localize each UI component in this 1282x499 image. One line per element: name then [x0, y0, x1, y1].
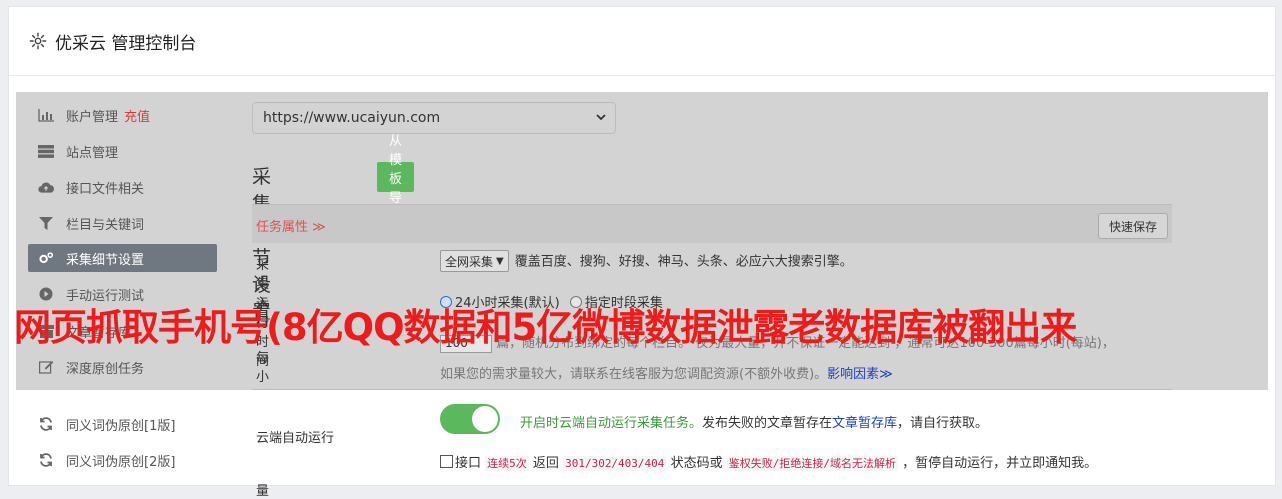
sidebar-item-label: 同义词伪原创[1版]	[66, 418, 176, 434]
influence-factors-link[interactable]: 影响因素≫	[827, 367, 893, 382]
bar-chart-icon	[38, 108, 54, 122]
watermark-overlay-text: 网页抓取手机号(8亿QQ数据和5亿微博数据泄露老数据库被翻出来	[14, 306, 1077, 349]
page-title: 优采云 管理控制台	[55, 33, 197, 54]
cloud-run-label: 云端自动运行	[256, 431, 335, 446]
max-per-hour-row-2: 如果您的需求量较大，请联系在线客服为您调配资源(不额外收费)。影响因素≫	[440, 363, 893, 382]
toggle-knob	[472, 406, 498, 432]
sidebar-item-synonym-v2[interactable]: 同义词伪原创[2版]	[28, 446, 217, 474]
api-check-label: 接口	[455, 456, 482, 471]
api-code-status: 301/302/403/404	[563, 456, 667, 471]
sidebar-item-account[interactable]: 账户管理 充值	[28, 101, 217, 129]
sidebar-item-deep-original[interactable]: 深度原创任务	[28, 353, 217, 381]
refresh-icon	[38, 453, 54, 467]
recharge-link[interactable]: 充值	[124, 106, 150, 125]
sidebar-item-label: 栏目与关键词	[66, 217, 145, 233]
api-code-consecutive: 连续5次	[485, 456, 529, 471]
sidebar-item-label: 接口文件相关	[66, 181, 145, 197]
task-attribute-bar: 任务属性 ≫ 快速保存	[252, 204, 1172, 243]
sidebar-item-label: 深度原创任务	[66, 361, 145, 377]
cloud-run-row: 云端自动运行 开启时云端自动运行采集任务。发布失败的文章暂存在文章暂存库，请自行…	[252, 390, 1172, 482]
entry-description: 覆盖百度、搜狗、好搜、神马、头条、必应六大搜索引擎。	[514, 254, 853, 270]
api-text-1: 返回	[532, 456, 559, 471]
quick-save-button[interactable]: 快速保存	[1098, 213, 1168, 239]
api-text-3: ，暂停自动运行，并立即通知我。	[902, 456, 1098, 471]
chevron-down-icon: ▼	[496, 255, 504, 267]
entry-select-value: 全网采集	[445, 254, 494, 269]
sidebar-item-columns-keywords[interactable]: 栏目与关键词	[28, 209, 217, 237]
cloud-run-description: 开启时云端自动运行采集任务。发布失败的文章暂存在文章暂存库，请自行获取。	[520, 412, 988, 431]
site-select-value: https://www.ucaiyun.com	[263, 110, 441, 126]
import-template-button[interactable]: 从模板导入	[377, 133, 415, 224]
site-select[interactable]: https://www.ucaiyun.com	[252, 102, 616, 134]
sidebar-item-sites[interactable]: 站点管理	[28, 137, 217, 165]
sidebar-item-label: 采集细节设置	[66, 252, 145, 268]
entry-select[interactable]: 全网采集 ▼	[440, 250, 509, 272]
sidebar-item-synonym-v1[interactable]: 同义词伪原创[1版]	[28, 410, 217, 438]
sidebar-item-label: 账户管理	[66, 109, 119, 125]
api-failure-row: 接口 连续5次 返回 301/302/403/404 状态码或 鉴权失败/拒绝连…	[440, 452, 1097, 471]
gear-icon	[29, 32, 47, 50]
card-header: 优采云 管理控制台	[9, 7, 1275, 76]
sidebar-item-collect-settings[interactable]: 采集细节设置	[28, 244, 217, 272]
gears-icon	[38, 251, 54, 265]
cloud-run-on-text: 开启时云端自动运行采集任务。	[520, 416, 703, 431]
api-code-auth: 鉴权失败/拒绝连接/域名无法解析	[726, 456, 898, 471]
api-text-2: 状态码或	[670, 456, 723, 471]
cloud-run-toggle[interactable]	[440, 404, 500, 434]
sidebar-item-label: 站点管理	[66, 145, 119, 161]
max-per-hour-note: 如果您的需求量较大，请联系在线客服为您调配资源(不额外收费)。	[440, 367, 828, 382]
sidebar-item-label: 同义词伪原创[2版]	[66, 454, 176, 470]
sidebar-item-api-files[interactable]: 接口文件相关	[28, 173, 217, 201]
server-icon	[38, 144, 54, 158]
cloud-run-desc-2: ，请自行获取。	[897, 416, 989, 431]
article-storage-link[interactable]: 文章暂存库	[832, 416, 897, 431]
cloud-run-desc-1: 发布失败的文章暂存在	[702, 416, 833, 431]
cloud-upload-icon	[38, 180, 54, 194]
chevron-down-icon	[595, 111, 607, 126]
api-failure-checkbox[interactable]	[440, 455, 453, 468]
filter-icon	[38, 216, 54, 230]
refresh-icon	[38, 417, 54, 431]
task-attribute-toggle[interactable]: 任务属性 ≫	[256, 216, 326, 235]
edit-icon	[38, 360, 54, 374]
entry-row: 全网采集 ▼ 覆盖百度、搜狗、好搜、神马、头条、必应六大搜索引擎。	[440, 250, 853, 272]
